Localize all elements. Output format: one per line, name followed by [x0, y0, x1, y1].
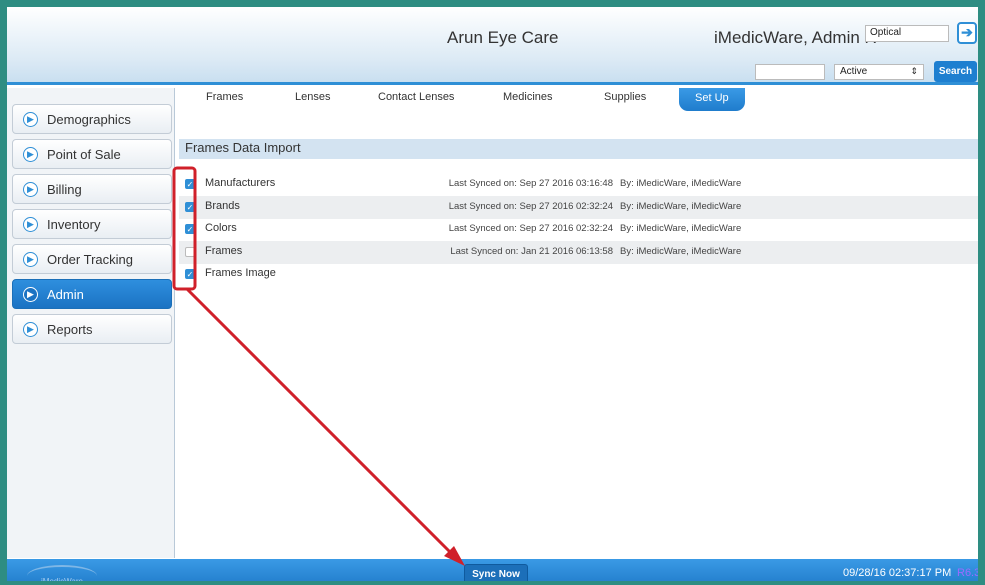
- row-synced: Last Synced on: Sep 27 2016 03:16:48: [448, 178, 613, 189]
- tab-contact-lenses[interactable]: Contact Lenses: [378, 91, 454, 103]
- section-title: Frames Data Import: [179, 139, 978, 159]
- chevron-right-icon: ▶: [23, 112, 38, 127]
- sidebar-item-order-tracking[interactable]: ▶ Order Tracking: [12, 244, 172, 274]
- search-button[interactable]: Search: [934, 61, 977, 82]
- chevron-updown-icon: ⇕: [910, 66, 918, 76]
- table-row: ✓ Colors Last Synced on: Sep 27 2016 02:…: [179, 218, 978, 241]
- chevron-right-icon: ▶: [23, 182, 38, 197]
- logo: iMedicWare: [27, 565, 97, 581]
- search-input[interactable]: [755, 64, 825, 80]
- tab-medicines[interactable]: Medicines: [503, 91, 553, 103]
- practice-name: Arun Eye Care: [447, 28, 559, 47]
- timestamp: 09/28/16 02:37:17 PM: [843, 567, 952, 579]
- sidebar-item-label: Admin: [47, 287, 84, 302]
- top-tabs: Frames Lenses Contact Lenses Medicines S…: [179, 88, 978, 115]
- row-synced: Last Synced on: Sep 27 2016 02:32:24: [448, 223, 613, 234]
- row-name: Colors: [205, 222, 237, 234]
- checkbox-colors[interactable]: ✓: [185, 224, 195, 234]
- checkbox-manufacturers[interactable]: ✓: [185, 179, 195, 189]
- chevron-right-icon: ▶: [23, 252, 38, 267]
- checkbox-frames-image[interactable]: ✓: [185, 269, 195, 279]
- row-by: By: iMedicWare, iMedicWare: [620, 178, 742, 189]
- sidebar-item-inventory[interactable]: ▶ Inventory: [12, 209, 172, 239]
- tab-supplies[interactable]: Supplies: [604, 91, 646, 103]
- chevron-right-icon: ▶: [23, 217, 38, 232]
- sidebar-item-label: Order Tracking: [47, 252, 133, 267]
- sidebar-item-label: Inventory: [47, 217, 101, 232]
- sidebar-item-admin[interactable]: ▶ Admin: [12, 279, 172, 309]
- row-by: By: iMedicWare, iMedicWare: [620, 246, 742, 257]
- sidebar-item-label: Reports: [47, 322, 93, 337]
- table-row: Frames Last Synced on: Jan 21 2016 06:13…: [179, 241, 978, 264]
- row-name: Brands: [205, 200, 240, 212]
- row-name: Manufacturers: [205, 177, 276, 189]
- row-synced: Last Synced on: Sep 27 2016 02:32:24: [448, 201, 613, 212]
- sidebar-item-point-of-sale[interactable]: ▶ Point of Sale: [12, 139, 172, 169]
- version-label: R6.3.7: [957, 567, 984, 579]
- table-row: ✓ Brands Last Synced on: Sep 27 2016 02:…: [179, 196, 978, 219]
- tab-lenses[interactable]: Lenses: [295, 91, 330, 103]
- location-field[interactable]: Optical: [865, 25, 949, 42]
- app-header: Arun Eye Care iMedicWare, Admin R Optica…: [7, 7, 978, 85]
- sidebar-item-label: Point of Sale: [47, 147, 121, 162]
- sync-now-button[interactable]: Sync Now: [464, 564, 528, 581]
- sidebar: ▶ Demographics ▶ Point of Sale ▶ Billing…: [7, 88, 175, 558]
- chevron-right-icon: ▶: [23, 147, 38, 162]
- logout-icon[interactable]: ➔: [957, 22, 977, 44]
- sidebar-item-billing[interactable]: ▶ Billing: [12, 174, 172, 204]
- annotation-arrow-line: [185, 287, 454, 556]
- status-select[interactable]: Active ⇕: [834, 64, 924, 80]
- row-synced: Last Synced on: Jan 21 2016 06:13:58: [450, 246, 613, 257]
- row-by: By: iMedicWare, iMedicWare: [620, 201, 742, 212]
- app-footer: iMedicWare Sync Now 09/28/16 02:37:17 PM…: [7, 559, 978, 581]
- sidebar-item-reports[interactable]: ▶ Reports: [12, 314, 172, 344]
- checkbox-frames[interactable]: [185, 247, 195, 257]
- table-row: ✓ Manufacturers Last Synced on: Sep 27 2…: [179, 173, 978, 196]
- chevron-right-icon: ▶: [23, 287, 38, 302]
- table-row: ✓ Frames Image: [179, 263, 978, 286]
- tab-frames[interactable]: Frames: [206, 91, 243, 103]
- row-name: Frames Image: [205, 267, 276, 279]
- sidebar-item-label: Demographics: [47, 112, 131, 127]
- tab-set-up[interactable]: Set Up: [679, 88, 745, 111]
- sidebar-item-demographics[interactable]: ▶ Demographics: [12, 104, 172, 134]
- row-name: Frames: [205, 245, 243, 257]
- sidebar-item-label: Billing: [47, 182, 82, 197]
- chevron-right-icon: ▶: [23, 322, 38, 337]
- status-select-value: Active: [840, 66, 868, 77]
- checkbox-brands[interactable]: ✓: [185, 202, 195, 212]
- user-name: iMedicWare, Admin R: [714, 28, 877, 47]
- app-window: Arun Eye Care iMedicWare, Admin R Optica…: [0, 0, 985, 585]
- row-by: By: iMedicWare, iMedicWare: [620, 223, 742, 234]
